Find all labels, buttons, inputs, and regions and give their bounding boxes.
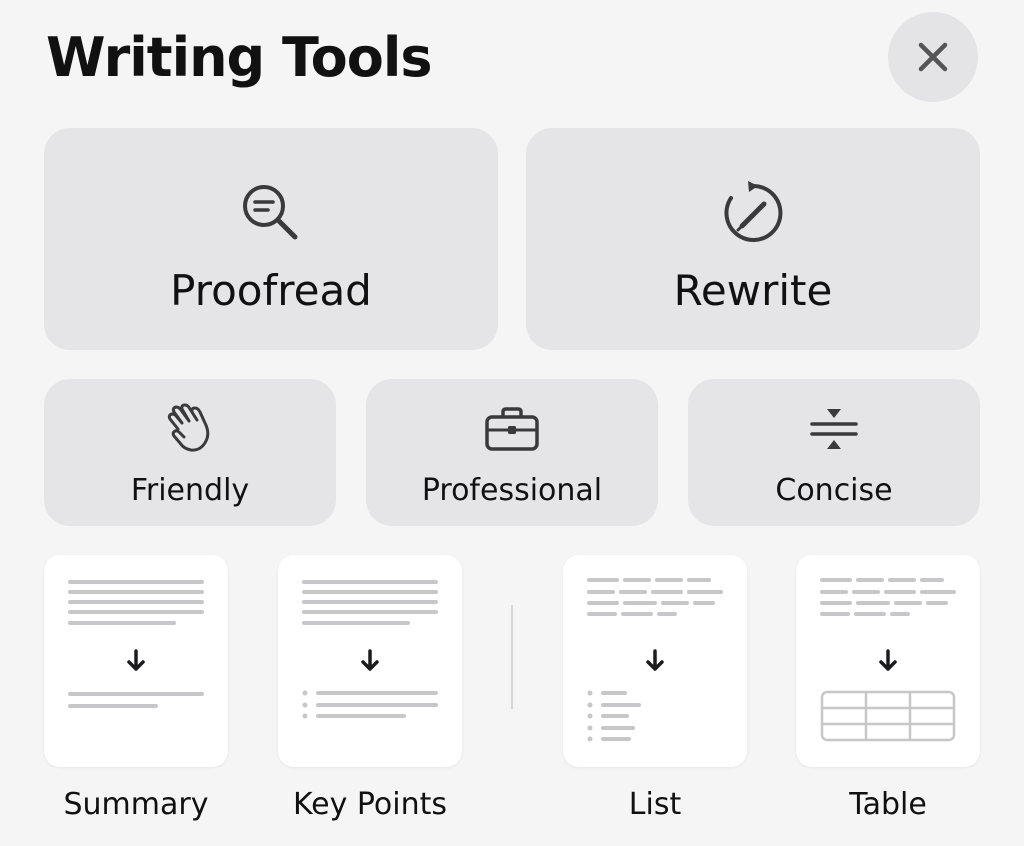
key-points-label: Key Points [292,787,448,822]
table-option[interactable]: Table [796,555,980,822]
summary-tile[interactable] [44,555,228,767]
table-tile[interactable] [796,555,980,767]
concise-button[interactable]: Concise [688,379,980,526]
circular-arrow-pencil-icon [724,181,783,242]
list-option[interactable]: List [563,555,747,822]
concise-label: Concise [775,473,893,508]
summary-option[interactable]: Summary [44,555,228,822]
close-icon [918,42,948,72]
briefcase-icon [485,407,539,451]
professional-label: Professional [421,473,603,508]
professional-button[interactable]: Professional [366,379,658,526]
table-preview-icon [820,578,956,742]
summary-label: Summary [63,787,209,822]
rewrite-button[interactable]: Rewrite [526,128,980,350]
proofread-label: Proofread [170,266,372,315]
key-points-preview-icon [302,580,438,719]
key-points-tile[interactable] [278,555,462,767]
magnifier-lines-icon [243,185,298,240]
list-preview-icon [587,578,723,742]
list-tile[interactable] [563,555,747,767]
compress-arrows-icon [810,409,858,449]
panel-title: Writing Tools [46,26,432,89]
waving-hand-icon [167,403,210,452]
group-divider [511,605,513,709]
rewrite-label: Rewrite [673,266,833,315]
summary-preview-icon [68,580,204,708]
proofread-button[interactable]: Proofread [44,128,498,350]
table-label: Table [849,787,927,822]
close-button[interactable] [888,12,978,102]
list-label: List [628,787,682,822]
key-points-option[interactable]: Key Points [278,555,462,822]
friendly-label: Friendly [130,473,250,508]
friendly-button[interactable]: Friendly [44,379,336,526]
